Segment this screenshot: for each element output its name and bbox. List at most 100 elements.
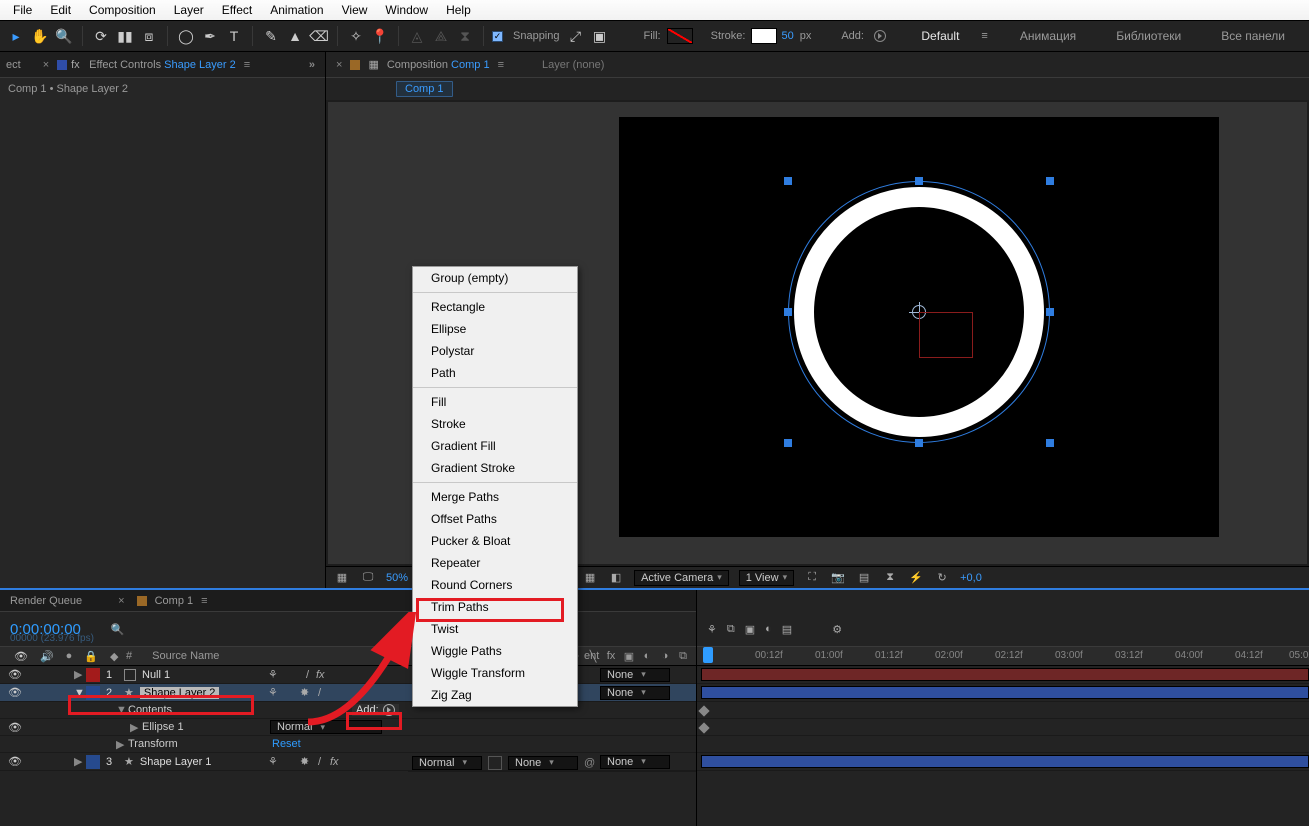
shape-add-button[interactable] (874, 30, 886, 42)
collapse-flag[interactable]: ✸ (300, 755, 309, 768)
layer-mode-dropdown[interactable]: Normal (412, 756, 482, 770)
graph-editor-icon[interactable]: ▤ (782, 623, 792, 636)
keyframe-icon[interactable] (698, 705, 709, 716)
pen-tool-icon[interactable]: ✒ (200, 26, 220, 46)
layer-name[interactable]: Shape Layer 1 (140, 756, 212, 768)
timeline-comp-tab[interactable]: Comp 1 (155, 595, 194, 607)
camera-dropdown[interactable]: Active Camera (634, 570, 729, 586)
quality-flag[interactable]: / (318, 687, 321, 699)
ctx-merge-paths[interactable]: Merge Paths (413, 486, 577, 508)
timecode-icon[interactable]: ⧗ (882, 571, 898, 584)
effect-controls-tab[interactable]: Effect Controls Shape Layer 2 (89, 59, 236, 71)
twirl-icon[interactable]: ▼ (116, 704, 128, 716)
workspace-libraries[interactable]: Библиотеки (1116, 29, 1181, 43)
workspace-animation[interactable]: Анимация (1020, 29, 1076, 43)
exposure-value[interactable]: +0,0 (960, 572, 982, 584)
visibility-toggle[interactable]: 👁 (8, 668, 26, 681)
stroke-swatch[interactable] (751, 28, 777, 44)
comp-breadcrumb-item[interactable]: Comp 1 (396, 81, 453, 97)
shy-flag[interactable]: ⚘ (268, 755, 278, 768)
brainstorm-icon[interactable]: ⚙ (832, 623, 842, 636)
ctx-ellipse[interactable]: Ellipse (413, 318, 577, 340)
mesh2-icon[interactable]: ⟁ (431, 26, 451, 46)
layer-row-null1[interactable]: 👁 ▶ 1 Null 1 ⚘ / fx None (0, 666, 696, 684)
twirl-icon[interactable]: ▶ (130, 721, 142, 734)
ctx-wiggle-paths[interactable]: Wiggle Paths (413, 640, 577, 662)
roi-tool-icon[interactable]: ⧈ (139, 26, 159, 46)
snap-box-icon[interactable]: ▣ (590, 26, 610, 46)
solo-column-icon[interactable]: ● (60, 650, 79, 662)
menu-layer[interactable]: Layer (165, 3, 213, 17)
ctx-rectangle[interactable]: Rectangle (413, 296, 577, 318)
comp-tab-close-icon[interactable]: × (336, 59, 342, 71)
ctx-zig-zag[interactable]: Zig Zag (413, 684, 577, 706)
add-shape-button[interactable]: Add: (352, 704, 399, 716)
layer-name[interactable]: Null 1 (142, 669, 170, 681)
project-tab-cropped[interactable]: ect (6, 59, 21, 71)
monitor-icon[interactable]: 🖵 (360, 571, 376, 584)
grid-icon[interactable]: ▦ (334, 571, 350, 584)
fill-swatch[interactable] (667, 28, 693, 44)
quality-flag[interactable]: / (306, 669, 309, 681)
ctx-stroke[interactable]: Stroke (413, 413, 577, 435)
timeline-tracks[interactable] (697, 666, 1309, 826)
mesh-icon[interactable]: ◬ (407, 26, 427, 46)
visibility-toggle[interactable]: 👁 (8, 755, 26, 768)
orbit-tool-icon[interactable]: ⟳ (91, 26, 111, 46)
twirl-icon[interactable]: ▶ (116, 738, 128, 751)
snapping-checkbox[interactable]: ✓ (492, 31, 503, 42)
parent-dropdown[interactable]: None (600, 686, 670, 700)
puppet-tool-icon[interactable]: 📍 (370, 26, 390, 46)
snapshot-icon[interactable]: 📷 (830, 571, 846, 584)
ctx-wiggle-transform[interactable]: Wiggle Transform (413, 662, 577, 684)
source-name-column[interactable]: Source Name (146, 650, 225, 662)
ctx-gradient-fill[interactable]: Gradient Fill (413, 435, 577, 457)
transform-row[interactable]: ▶ Transform Reset (0, 736, 696, 753)
channel-icon[interactable]: ▤ (856, 571, 872, 584)
blend-mode-dropdown[interactable]: Normal (270, 720, 382, 734)
collapse-flag[interactable]: ✸ (300, 686, 309, 699)
eraser-tool-icon[interactable]: ⌫ (309, 26, 329, 46)
ellipse-tool-icon[interactable]: ◯ (176, 26, 196, 46)
audio-column-icon[interactable]: 🔊 (34, 650, 60, 663)
draft3d-icon[interactable]: ⧉ (727, 623, 735, 636)
camera-tool-icon[interactable]: ▮▮ (115, 26, 135, 46)
comp-panel-menu-icon[interactable]: ≡ (498, 59, 504, 71)
handle-mr[interactable] (1046, 308, 1054, 316)
fx-flag[interactable]: fx (330, 756, 339, 768)
parent-dropdown[interactable]: None (600, 668, 670, 682)
workspace-menu-icon[interactable]: ≡ (981, 30, 987, 42)
ctx-trim-paths[interactable]: Trim Paths (413, 596, 577, 618)
current-time-indicator[interactable] (703, 647, 713, 663)
fx-flag[interactable]: fx (316, 669, 325, 681)
ctx-repeater[interactable]: Repeater (413, 552, 577, 574)
visibility-toggle[interactable]: 👁 (8, 686, 26, 699)
handle-tm[interactable] (915, 177, 923, 185)
tab-close-icon[interactable]: × (43, 59, 49, 71)
text-tool-icon[interactable]: T (224, 26, 244, 46)
timeline-search-icon[interactable]: 🔍 (111, 623, 125, 636)
layer-color-chip[interactable] (86, 668, 100, 682)
visibility-column-icon[interactable]: 👁 (8, 650, 34, 663)
render-queue-tab[interactable]: Render Queue (10, 595, 82, 607)
visibility-toggle[interactable]: 👁 (8, 721, 26, 734)
snap-options-icon[interactable]: ⤢ (566, 26, 586, 46)
view-count-dropdown[interactable]: 1 View (739, 570, 794, 586)
twirl-icon[interactable]: ▶ (74, 668, 86, 681)
panel-menu-icon[interactable]: ≡ (244, 59, 250, 71)
zoom-tool-icon[interactable]: 🔍 (54, 26, 74, 46)
stroke-width-value[interactable]: 50 (781, 30, 793, 42)
menu-window[interactable]: Window (376, 3, 437, 17)
menu-file[interactable]: File (4, 3, 41, 17)
mesh3-icon[interactable]: ⧗ (455, 26, 475, 46)
preserve-transparency-toggle[interactable] (488, 756, 502, 770)
ctx-pucker-bloat[interactable]: Pucker & Bloat (413, 530, 577, 552)
brush-tool-icon[interactable]: ✎ (261, 26, 281, 46)
motionblur-column-icon[interactable]: ◐ (640, 650, 654, 663)
ctx-fill[interactable]: Fill (413, 391, 577, 413)
handle-ml[interactable] (784, 308, 792, 316)
handle-bl[interactable] (784, 439, 792, 447)
motion-blur-icon[interactable]: ◐ (765, 623, 772, 635)
panel-expand-icon[interactable]: » (309, 59, 315, 71)
lock-column-icon[interactable]: 🔒 (78, 650, 104, 663)
